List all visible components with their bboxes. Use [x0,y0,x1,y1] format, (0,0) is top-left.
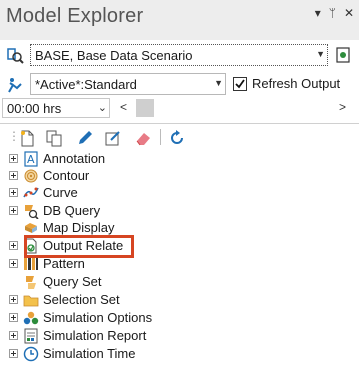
toolbar-separator [160,129,161,145]
time-value: 00:00 hrs [7,101,62,116]
clock-icon [23,346,39,362]
expand-icon[interactable] [9,313,18,322]
properties-icon[interactable] [104,129,122,147]
tree-item-label: Curve [43,185,78,200]
tree-item-label: Simulation Report [43,328,147,343]
tree-item-label: Simulation Time [43,346,136,361]
db-query-icon [25,205,39,219]
edit-pencil-icon[interactable] [76,129,94,147]
panel-title: Model Explorer [6,5,144,27]
selection-set-folder-icon [23,295,39,307]
refresh-output-label: Refresh Output [252,76,341,91]
tree-item-label: DB Query [43,203,101,218]
tree-item-db-query[interactable]: DB Query [0,202,359,220]
expand-icon[interactable] [9,154,18,163]
run-icon [8,78,22,93]
scenario-select[interactable]: BASE, Base Data Scenario ▼ [30,44,328,66]
expand-icon[interactable] [9,188,18,197]
expand-icon[interactable] [9,259,18,268]
copy-icon[interactable] [45,129,63,147]
scenario-manager-icon[interactable] [334,46,352,64]
contour-icon [24,169,38,183]
tree-item-label: Selection Set [43,292,120,307]
map-display-icon [25,223,37,233]
tree-item-annotation[interactable]: A Annotation [0,150,359,168]
pin-icon[interactable]: ᛘ [329,7,336,19]
tree-item-selection-set[interactable]: Selection Set [0,291,359,309]
refresh-icon[interactable] [168,129,186,147]
expand-icon[interactable] [9,171,18,180]
expand-icon[interactable] [9,331,18,340]
time-row: 00:00 hrs ⌄ < > [0,98,359,120]
expand-icon[interactable] [9,349,18,358]
title-bar: Model Explorer ▾ ᛘ ✕ [0,0,359,40]
divider [0,123,359,124]
tree-item-query-set[interactable]: Query Set [0,273,359,291]
explorer-toolbar: ⋮ [0,126,359,150]
time-slider-thumb[interactable] [136,99,154,117]
pattern-icon [24,258,38,270]
curve-icon [23,187,39,198]
tree-item-simulation-options[interactable]: Simulation Options [0,309,359,327]
simulation-report-icon [24,328,38,344]
active-value: *Active*:Standard [35,77,137,92]
tree-item-label: Simulation Options [43,310,153,325]
time-prev-button[interactable]: < [120,100,127,114]
scenario-row: BASE, Base Data Scenario ▼ [0,40,359,70]
tree-item-simulation-time[interactable]: Simulation Time [0,345,359,363]
active-select[interactable]: *Active*:Standard ▼ [30,73,226,95]
close-icon[interactable]: ✕ [344,7,354,19]
time-next-button[interactable]: > [339,100,346,114]
tree-item-simulation-report[interactable]: Simulation Report [0,327,359,345]
simulation-options-icon [23,311,39,325]
svg-text:A: A [27,153,35,166]
active-row: *Active*:Standard ▼ Refresh Output [0,72,359,98]
tree-item-label: Pattern [43,256,85,271]
tree-item-label: Query Set [43,274,102,289]
chevron-down-icon: ▼ [214,78,223,88]
time-select[interactable]: 00:00 hrs ⌄ [2,98,110,118]
checkmark-icon [235,79,245,89]
delete-eraser-icon[interactable] [134,129,152,147]
tree-item-label: Contour [43,168,90,183]
tree-item-curve[interactable]: Curve [0,184,359,202]
output-relate-highlight [24,235,134,258]
query-set-icon [26,276,36,289]
annotation-icon: A [24,151,38,167]
tree-item-contour[interactable]: Contour [0,167,359,185]
chevron-down-icon: ▼ [316,49,325,59]
new-icon[interactable] [18,129,36,147]
scenario-value: BASE, Base Data Scenario [35,48,193,63]
scenario-icon [7,48,24,64]
expand-icon[interactable] [9,295,18,304]
expand-icon[interactable] [9,206,18,215]
expand-icon[interactable] [9,241,18,250]
tree-item-label: Annotation [43,151,106,166]
panel-controls: ▾ ᛘ ✕ [315,7,354,19]
chevron-down-icon: ⌄ [97,102,107,114]
refresh-output-checkbox[interactable] [233,77,247,91]
tree-item-label: Map Display [43,220,115,235]
dropdown-icon[interactable]: ▾ [315,7,321,19]
